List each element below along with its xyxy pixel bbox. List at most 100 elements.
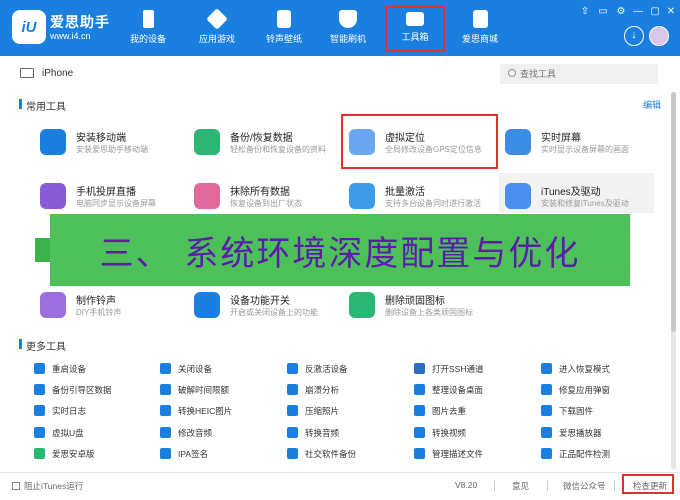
more-tool-name: 爱思播放器 [559, 427, 602, 438]
more-tool-name: 转换视频 [432, 427, 467, 438]
tool-icon [287, 426, 298, 438]
more-tool-name: 正品配件检测 [559, 448, 611, 459]
install-mobile-icon [40, 129, 66, 155]
nav-smart-flash[interactable]: 智能刷机 [318, 6, 378, 52]
tool-icon [160, 384, 171, 396]
block-itunes-label[interactable]: 阻止iTunes运行 [24, 480, 83, 492]
more-tool-name: 重启设备 [52, 364, 87, 374]
nav-store[interactable]: 爱思商城 [450, 6, 510, 52]
skin-icon[interactable]: ⇧ [578, 6, 592, 17]
nav-toolbox[interactable]: 工具箱 [385, 6, 445, 52]
tool-install-mobile[interactable]: 安装移动端 安装爱思助手移动端 [40, 127, 202, 165]
music-file-icon [277, 10, 291, 28]
search-box[interactable] [500, 64, 658, 84]
tool-icon [541, 447, 552, 459]
more-tool-name: 备份引导区数据 [52, 385, 112, 396]
more-tools-title: 更多工具 [19, 338, 66, 353]
tool-icon [414, 363, 425, 374]
logo-mark: iU [21, 18, 37, 36]
tool-icon [414, 447, 425, 459]
tool-icon [287, 363, 298, 374]
tool-desc: 安装爱思助手移动端 [76, 145, 148, 154]
more-tool-name: 爱思安卓版 [52, 448, 95, 459]
tool-virtual-location[interactable]: 虚拟定位 全局修改设备GPS定位信息 [349, 127, 511, 165]
tool-icon [414, 384, 425, 396]
scrollbar-thumb[interactable] [671, 92, 676, 332]
download-icon[interactable]: ↓ [624, 26, 644, 46]
tool-remove-icons[interactable]: 删除顽固图标 删除设备上各类顽固图标 [349, 290, 511, 328]
virtual-location-icon [349, 129, 375, 155]
nav-label: 爱思商城 [461, 34, 498, 44]
screen-icon[interactable]: ▭ [596, 6, 610, 17]
app-logo: iU [12, 10, 46, 44]
tool-icon [287, 447, 298, 459]
tool-realtime-screen[interactable]: 实时屏幕 实时显示设备屏幕的画面 [505, 127, 667, 165]
search-input[interactable] [520, 67, 650, 81]
shopping-bag-icon [472, 10, 488, 28]
nav-ringtones-wallpapers[interactable]: 铃声壁纸 [254, 6, 314, 52]
block-itunes-checkbox[interactable] [12, 482, 20, 490]
tool-icon [160, 426, 171, 438]
more-tool-name: 管理描述文件 [432, 448, 484, 459]
close-icon[interactable]: ✕ [664, 6, 678, 17]
tool-device-switches[interactable]: 设备功能开关 开启或关闭设备上的功能 [194, 290, 356, 328]
tool-backup-restore[interactable]: 备份/恢复数据 轻松备份和恢复设备的资料 [194, 127, 356, 165]
more-tool-name: 转换HEIC图片 [178, 406, 233, 417]
tool-desc: 实时显示设备屏幕的画面 [541, 145, 629, 154]
tool-desc: 安装和修复iTunes及驱动 [541, 199, 629, 208]
more-tool-name: 破解时间限额 [178, 385, 230, 396]
nav-label: 工具箱 [401, 32, 429, 42]
tool-icon [541, 363, 552, 374]
tool-desc: 支持多台设备同时进行激活 [385, 199, 481, 208]
title-bar: iU 爱思助手 www.i4.cn 我的设备 应用游戏 铃声壁纸 智能刷机 工具… [0, 0, 680, 56]
wechat-link[interactable]: 微信公众号 [563, 480, 606, 492]
minimize-icon[interactable]: — [631, 6, 645, 17]
tool-icon [541, 384, 552, 396]
version-label: V8.20 [455, 480, 478, 490]
tool-name: 安装移动端 [76, 133, 126, 144]
tool-name: 删除顽固图标 [385, 296, 445, 307]
more-tool-name: 转换音频 [305, 427, 340, 438]
tool-icon [287, 405, 298, 417]
backup-restore-icon [194, 129, 220, 155]
more-tool-name: 修复应用弹窗 [559, 385, 611, 396]
nav-my-device[interactable]: 我的设备 [118, 6, 178, 52]
more-tool-name: 虚拟U盘 [52, 427, 84, 438]
tool-icon [541, 426, 552, 438]
realtime-screen-icon [505, 129, 531, 155]
tool-desc: 开启或关闭设备上的功能 [230, 308, 318, 317]
more-tool-name: 修改音频 [178, 427, 213, 438]
more-tool-name: 关闭设备 [178, 364, 213, 374]
maximize-icon[interactable]: ▢ [648, 6, 662, 17]
divider [494, 481, 495, 491]
tool-make-ringtone[interactable]: 制作铃声 DIY手机铃声 [40, 290, 202, 328]
tool-icon [160, 363, 171, 374]
itunes-driver-icon [505, 183, 531, 209]
make-ringtone-icon [40, 292, 66, 318]
edit-link[interactable]: 编辑 [643, 98, 661, 111]
tool-icon [34, 384, 45, 396]
tool-name: 制作铃声 [76, 296, 116, 307]
feedback-link[interactable]: 意见 [512, 480, 529, 492]
more-tool-name: 社交软件备份 [305, 448, 357, 459]
more-tool-name: 打开SSH通道 [432, 364, 484, 374]
tool-name: 批量激活 [385, 187, 425, 198]
shield-icon [339, 10, 357, 28]
tool-desc: 删除设备上各类顽固图标 [385, 308, 473, 317]
scrollbar[interactable] [671, 92, 676, 470]
brand-name: 爱思助手 [50, 14, 110, 30]
more-tool-name: IPA签名 [178, 448, 209, 459]
toolbox-icon [406, 12, 424, 26]
green-icon-fragment [35, 238, 50, 262]
more-tool-name: 整理设备桌面 [432, 385, 484, 396]
gear-icon[interactable]: ⚙ [614, 6, 628, 17]
more-tool-name: 压缩照片 [305, 406, 340, 417]
avatar[interactable] [649, 26, 669, 46]
nav-label: 我的设备 [129, 34, 166, 44]
more-tool-name: 崩溃分析 [305, 385, 340, 396]
nav-apps-games[interactable]: 应用游戏 [187, 6, 247, 52]
tool-name: iTunes及驱动 [541, 187, 601, 198]
nav-label: 应用游戏 [198, 34, 235, 44]
nav-label: 智能刷机 [329, 34, 366, 44]
check-update-button[interactable]: 检查更新 [622, 474, 674, 494]
